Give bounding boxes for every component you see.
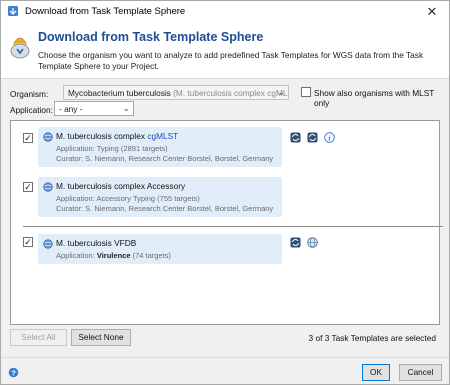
- list-divider: [23, 226, 443, 227]
- template-curator: Curator: S. Niemann, Research Center Bor…: [56, 204, 274, 213]
- svg-text:?: ?: [11, 368, 16, 377]
- application-value: - any -: [59, 104, 83, 114]
- template-card[interactable]: M. tuberculosis complex Accessory Applic…: [38, 177, 282, 217]
- show-mlst-checkbox[interactable]: [301, 87, 311, 97]
- template-curator: Curator: S. Niemann, Research Center Bor…: [56, 154, 274, 163]
- template-checkbox[interactable]: ✓: [23, 133, 33, 143]
- show-mlst-label: Show also organisms with MLST only: [314, 88, 435, 108]
- info-icon[interactable]: i: [324, 132, 335, 143]
- header-title: Download from Task Template Sphere: [38, 30, 264, 44]
- organism-label: Organism:: [10, 89, 49, 99]
- template-name-highlight: cgMLST: [147, 131, 179, 141]
- sync-icon[interactable]: [290, 132, 301, 143]
- template-icon: [43, 132, 53, 142]
- chevron-down-icon: ⌄: [277, 87, 285, 97]
- select-all-button[interactable]: Select All: [10, 329, 67, 346]
- svg-text:i: i: [329, 134, 331, 142]
- template-application: Application: Virulence (74 targets): [56, 251, 171, 260]
- window-title: Download from Task Template Sphere: [25, 6, 186, 17]
- template-name: M. tuberculosis complex cgMLST: [56, 131, 179, 141]
- application-select[interactable]: - any - ⌄: [54, 101, 134, 116]
- dialog-header: Download from Task Template Sphere Choos…: [1, 23, 449, 79]
- ok-button[interactable]: OK: [362, 364, 390, 381]
- globe-icon[interactable]: [307, 237, 318, 248]
- header-description: Choose the organism you want to analyze …: [38, 50, 424, 71]
- template-name: M. tuberculosis VFDB: [56, 238, 137, 248]
- template-application: Application: Typing (2891 targets): [56, 144, 168, 153]
- application-label: Application:: [10, 105, 53, 115]
- footer-divider: [1, 357, 449, 358]
- cancel-button[interactable]: Cancel: [399, 364, 442, 381]
- sync-icon[interactable]: [307, 132, 318, 143]
- template-list[interactable]: ✓ M. tuberculosis complex cgMLST Applica…: [10, 120, 443, 325]
- app-icon: [8, 6, 18, 16]
- title-bar: Download from Task Template Sphere ✕: [1, 1, 449, 23]
- organism-value: Mycobacterium tuberculosis: [68, 88, 171, 98]
- template-card[interactable]: M. tuberculosis complex cgMLST Applicati…: [38, 127, 282, 167]
- help-icon[interactable]: ?: [8, 367, 19, 378]
- sync-icon[interactable]: [290, 237, 301, 248]
- template-application: Application: Accessory Typing (755 targe…: [56, 194, 200, 203]
- template-checkbox[interactable]: ✓: [23, 237, 33, 247]
- organism-select[interactable]: Mycobacterium tuberculosis (M. tuberculo…: [63, 85, 289, 100]
- template-name: M. tuberculosis complex Accessory: [56, 181, 186, 191]
- selection-status: 3 of 3 Task Templates are selected: [308, 333, 436, 343]
- template-checkbox[interactable]: ✓: [23, 182, 33, 192]
- download-sphere-icon: [10, 37, 30, 59]
- template-icon: [43, 182, 53, 192]
- chevron-down-icon: ⌄: [122, 103, 130, 113]
- organism-value-detail: (M. tuberculosis complex cgMLST): [173, 88, 289, 98]
- template-card[interactable]: M. tuberculosis VFDB Application: Virule…: [38, 234, 282, 264]
- template-icon: [43, 239, 53, 249]
- close-button[interactable]: ✕: [421, 3, 443, 21]
- dialog-window: Download from Task Template Sphere ✕ Dow…: [0, 0, 450, 385]
- select-none-button[interactable]: Select None: [71, 329, 131, 346]
